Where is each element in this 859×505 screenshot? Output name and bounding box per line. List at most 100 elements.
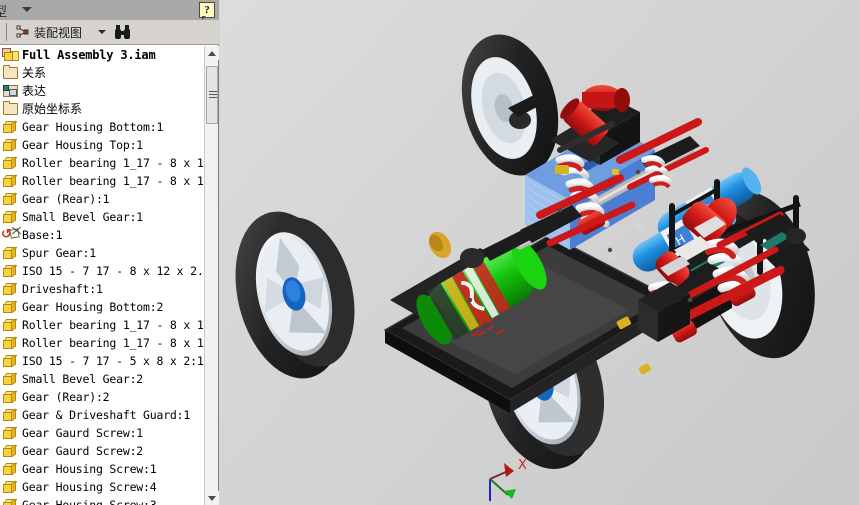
tree-node[interactable]: Roller bearing 1_17 - 8 x 12 x <box>0 172 204 190</box>
part-icon <box>2 209 19 225</box>
tree-node[interactable]: Full Assembly 3.iam <box>0 46 204 64</box>
part-icon <box>2 371 19 387</box>
tree-node[interactable]: Gear Housing Screw:4 <box>0 478 204 496</box>
tree-node-label: Base:1 <box>22 228 63 242</box>
tree-node[interactable]: Roller bearing 1_17 - 8 x 12 x <box>0 316 204 334</box>
tree-node[interactable]: Gear Gaurd Screw:1 <box>0 424 204 442</box>
tree-node-label: Spur Gear:1 <box>22 246 96 260</box>
tree-node[interactable]: Gear Housing Bottom:1 <box>0 118 204 136</box>
tree-node[interactable]: Small Bevel Gear:2 <box>0 370 204 388</box>
model-tree[interactable]: Full Assembly 3.iam 关系表达原始坐标系 Gear Housing… <box>0 46 204 505</box>
tree-node-label: Roller bearing 1_17 - 8 x 12 x <box>22 156 204 170</box>
tree-node[interactable]: 原始坐标系 <box>0 100 204 118</box>
help-button[interactable]: ? <box>199 2 215 20</box>
folder-icon <box>2 101 19 117</box>
tree-node-label: Driveshaft:1 <box>22 282 103 296</box>
tree-node-label: Gear Gaurd Screw:1 <box>22 426 144 440</box>
part-icon <box>2 281 19 297</box>
tree-node-label: 表达 <box>22 84 47 98</box>
part-icon <box>2 299 19 315</box>
yellow-marker <box>612 169 619 175</box>
binoculars-find-icon[interactable] <box>114 24 132 41</box>
tree-node-label: Gear & Driveshaft Guard:1 <box>22 408 191 422</box>
tree-node[interactable]: Roller bearing 1_17 - 8 x 12 x <box>0 334 204 352</box>
tree-node-label: Gear (Rear):2 <box>22 390 110 404</box>
part-icon <box>2 461 19 477</box>
tree-node-label: Gear Housing Screw:4 <box>22 480 157 494</box>
part-icon <box>2 173 19 189</box>
part-icon <box>2 191 19 207</box>
part-icon <box>2 137 19 153</box>
tree-node-label: Gear Gaurd Screw:2 <box>22 444 144 458</box>
model-browser-panel: 型 ? 装配视图 Full Assembly 3.iam 关系 表达 原始坐标系… <box>0 0 219 505</box>
tree-node[interactable]: ISO 15 - 7 17 - 8 x 12 x 2.5:2 <box>0 262 204 280</box>
part-icon <box>2 155 19 171</box>
scrollbar-thumb[interactable] <box>206 66 218 124</box>
part-icon <box>2 479 19 495</box>
part-icon <box>2 443 19 459</box>
help-label: ? <box>204 4 210 16</box>
part-icon <box>2 389 19 405</box>
tree-node-label: Gear Housing Screw:3 <box>22 498 157 505</box>
part-icon <box>2 263 19 279</box>
part-icon <box>2 407 19 423</box>
tree-node[interactable]: Gear Housing Top:1 <box>0 136 204 154</box>
tree-node-label: ISO 15 - 7 17 - 8 x 12 x 2.5:2 <box>22 264 204 278</box>
tree-node-label: Small Bevel Gear:1 <box>22 210 144 224</box>
chevron-down-icon[interactable] <box>98 30 106 34</box>
tree-node-label: Small Bevel Gear:2 <box>22 372 144 386</box>
part-icon <box>2 425 19 441</box>
tree-node-label: Gear Housing Bottom:1 <box>22 120 164 134</box>
axis-x-label: X <box>518 458 527 473</box>
wheel-front-left <box>235 211 355 379</box>
tree-node-label: 关系 <box>22 66 47 80</box>
clutch-bell <box>428 231 452 259</box>
browser-titlebar: 型 ? <box>0 0 219 20</box>
graphics-viewport[interactable]: H H <box>220 0 859 505</box>
tree-node[interactable]: Gear Housing Screw:3 <box>0 496 204 505</box>
tree-node-label: Roller bearing 1_17 - 8 x 12 x <box>22 318 204 332</box>
tree-node[interactable]: ISO 15 - 7 17 - 5 x 8 x 2:1 <box>0 352 204 370</box>
tree-scrollbar[interactable] <box>204 46 219 505</box>
tree-node-label: Gear (Rear):1 <box>22 192 110 206</box>
tree-node[interactable]: ↺ Base:1 <box>0 226 204 244</box>
tree-node[interactable]: Gear Gaurd Screw:2 <box>0 442 204 460</box>
browser-panel-title: 型 <box>0 5 8 20</box>
tree-node[interactable]: 表达 <box>0 82 204 100</box>
assembly-icon <box>2 47 19 63</box>
part-icon <box>2 353 19 369</box>
tree-node[interactable]: Small Bevel Gear:1 <box>0 208 204 226</box>
folder-icon <box>2 65 19 81</box>
browser-toolbar: 装配视图 <box>0 20 219 45</box>
scroll-down-arrow-icon[interactable] <box>205 491 219 505</box>
part-icon <box>2 119 19 135</box>
tree-node[interactable]: Gear Housing Bottom:2 <box>0 298 204 316</box>
part-icon <box>2 335 19 351</box>
tree-node[interactable]: Gear (Rear):1 <box>0 190 204 208</box>
inventor-window: 型 ? 装配视图 Full Assembly 3.iam 关系 表达 原始坐标系… <box>0 0 859 505</box>
tree-node-label: Full Assembly 3.iam <box>22 48 156 62</box>
tree-node[interactable]: Gear & Driveshaft Guard:1 <box>0 406 204 424</box>
tree-node[interactable]: 关系 <box>0 64 204 82</box>
rc-car-chassis-model: H H <box>235 34 815 469</box>
toolbar-separator <box>6 23 7 41</box>
tree-node-label: Gear Housing Top:1 <box>22 138 144 152</box>
part-icon <box>2 317 19 333</box>
assembly-view-label[interactable]: 装配视图 <box>34 24 82 41</box>
tree-node[interactable]: Roller bearing 1_17 - 8 x 12 x <box>0 154 204 172</box>
scroll-up-arrow-icon[interactable] <box>205 46 219 60</box>
tree-node-label: Gear Housing Bottom:2 <box>22 300 164 314</box>
tree-node-label: ISO 15 - 7 17 - 5 x 8 x 2:1 <box>22 354 204 368</box>
panel-dropdown-icon[interactable] <box>22 7 32 12</box>
tree-node[interactable]: Gear (Rear):2 <box>0 388 204 406</box>
part-icon <box>2 497 19 505</box>
tree-node[interactable]: Driveshaft:1 <box>0 280 204 298</box>
grounded-base-icon: ↺ <box>1 226 22 243</box>
tree-node-label: Roller bearing 1_17 - 8 x 12 x <box>22 336 204 350</box>
part-icon <box>2 245 19 261</box>
tree-node[interactable]: Spur Gear:1 <box>0 244 204 262</box>
tree-node-label: Gear Housing Screw:1 <box>22 462 157 476</box>
representation-icon <box>2 83 19 99</box>
coordinate-axis-triad: X <box>489 458 527 501</box>
tree-node[interactable]: Gear Housing Screw:1 <box>0 460 204 478</box>
